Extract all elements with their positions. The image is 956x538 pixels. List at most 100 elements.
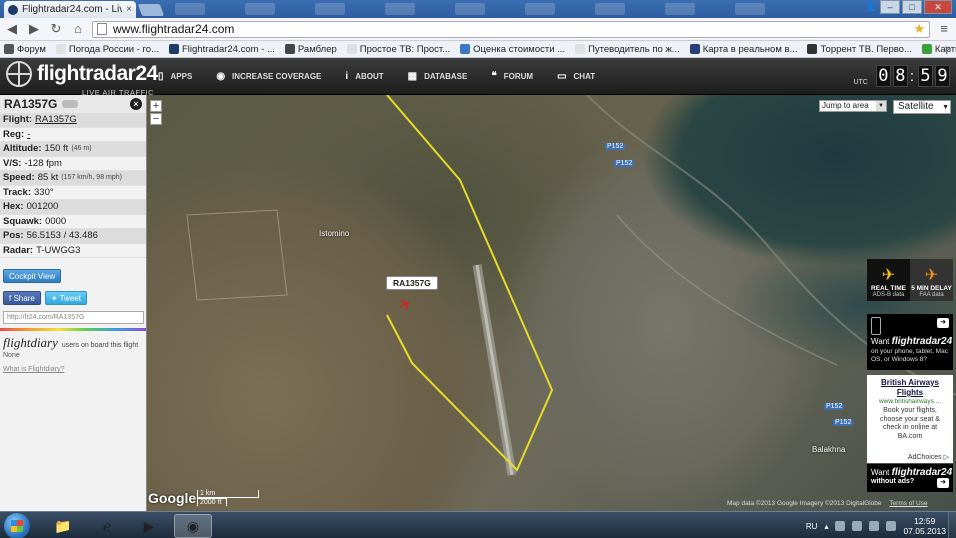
bookmark-star-icon[interactable]: ★ xyxy=(913,21,925,37)
detail-value[interactable]: - xyxy=(27,129,30,140)
map-attribution: Map data ©2013 Google Imagery ©2013 Digi… xyxy=(727,500,928,507)
tab-close-icon[interactable]: × xyxy=(126,4,132,15)
terms-of-use-link[interactable]: Terms of Use xyxy=(889,500,927,507)
explorer-taskbar-icon[interactable]: 📁 xyxy=(44,514,82,538)
ie-taskbar-icon[interactable]: ℯ xyxy=(88,514,126,538)
tray-chevron-icon[interactable]: ▴ xyxy=(824,522,828,531)
arrow-right-icon[interactable]: ➜ xyxy=(937,318,949,328)
browser-menu-icon[interactable]: ≡ xyxy=(936,21,952,37)
map-type-select[interactable]: Satellite ▼ xyxy=(893,100,951,114)
bookmark-item[interactable]: Путеводитель по ж... xyxy=(575,44,680,55)
what-is-flightdiary-link[interactable]: What is Flightdiary? xyxy=(3,366,64,373)
nav-forum[interactable]: ❝ FORUM xyxy=(491,71,533,82)
new-tab-button[interactable] xyxy=(137,4,165,16)
clock-digit: 9 xyxy=(935,65,950,87)
permalink-field[interactable]: http://fr24.com/RA1357G xyxy=(3,311,144,324)
chevron-down-icon: ▼ xyxy=(942,104,949,111)
scale-ft: 2000 ft xyxy=(197,498,227,506)
tweet-button[interactable]: ✦ Tweet xyxy=(44,291,87,305)
tweet-label: Tweet xyxy=(59,294,81,303)
flight-detail-row: Radar: T-UWGG3 xyxy=(0,244,146,258)
detail-key: Squawk: xyxy=(3,215,43,227)
media-player-taskbar-icon[interactable]: ▶ xyxy=(130,514,168,538)
maximize-button[interactable]: □ xyxy=(902,0,922,14)
realtime-legend[interactable]: ✈ REAL TIME ADS-B data xyxy=(867,259,910,301)
network-icon[interactable] xyxy=(835,521,846,531)
detail-value: 150 ft xyxy=(44,143,69,155)
road-label: P152 xyxy=(614,160,635,167)
mobile-app-ad[interactable]: ➜ Want flightradar24 on your phone, tabl… xyxy=(867,314,953,370)
bookmark-item[interactable]: Карта в реальном в... xyxy=(689,44,797,55)
delay-sub: FAA data xyxy=(919,292,944,298)
language-indicator[interactable]: RU xyxy=(806,522,818,531)
detail-key: Reg: xyxy=(3,128,25,140)
show-desktop-button[interactable] xyxy=(948,512,956,538)
flight-map-label[interactable]: RA1357G xyxy=(386,276,438,290)
bookmark-icon xyxy=(55,44,66,54)
chrome-taskbar-icon[interactable]: ◉ xyxy=(174,514,212,538)
google-logo: Google xyxy=(148,490,197,506)
nav-apps[interactable]: ▯ APPS xyxy=(158,71,192,82)
zoom-in-button[interactable]: + xyxy=(150,100,162,112)
no-ads-ad[interactable]: Want flightradar24 without ads? ➜ xyxy=(867,464,953,492)
map-view[interactable]: + − Jump to area ▼ Satellite ▼ Istomino … xyxy=(147,95,956,511)
nav-chat[interactable]: ▭ CHAT xyxy=(557,71,595,82)
flightdiary-logo[interactable]: flightdiary xyxy=(3,335,58,351)
minimize-button[interactable]: – xyxy=(880,0,900,14)
nav-database[interactable]: ▦ DATABASE xyxy=(408,71,468,82)
jump-to-area-select[interactable]: Jump to area ▼ xyxy=(819,100,887,112)
noads-headline: Want flightradar24 xyxy=(871,467,952,478)
yellow-plane-icon: ✈ xyxy=(881,267,896,284)
bookmark-item[interactable]: Flightradar24.com - ... xyxy=(168,44,275,55)
bookmark-item[interactable]: Карты xyxy=(921,44,956,55)
close-window-button[interactable]: ✕ xyxy=(924,0,952,14)
volume-icon[interactable] xyxy=(886,521,897,531)
utc-clock: UTC 0 8 : 5 9 xyxy=(853,65,950,87)
tray-time: 12:59 xyxy=(914,516,936,526)
nav-label: FORUM xyxy=(503,72,534,81)
flightradar-favicon-icon xyxy=(8,4,18,15)
bookmark-item[interactable]: Рамблер xyxy=(284,44,337,55)
action-center-icon[interactable] xyxy=(852,521,863,531)
bookmark-item[interactable]: Торрент ТВ. Перво... xyxy=(807,44,912,55)
bookmark-item[interactable]: Простое ТВ: Прост... xyxy=(346,44,450,55)
bookmark-item[interactable]: Форум xyxy=(4,44,46,55)
more-bookmarks-icon[interactable]: » xyxy=(944,43,950,54)
detail-key: V/S: xyxy=(3,157,22,169)
nav-increase-coverage[interactable]: ◉ INCREASE COVERAGE xyxy=(216,71,321,82)
arrow-right-icon[interactable]: ➜ xyxy=(937,478,949,488)
zoom-out-button[interactable]: − xyxy=(150,113,162,125)
globe-logo-icon xyxy=(6,61,32,87)
reload-button[interactable]: ↻ xyxy=(48,21,64,37)
nav-about[interactable]: i ABOUT xyxy=(345,71,383,82)
delay-legend[interactable]: ✈ 5 MIN DELAY FAA data xyxy=(910,259,953,301)
facebook-share-button[interactable]: f Share xyxy=(3,291,41,305)
forward-button[interactable]: ▶ xyxy=(26,21,42,37)
british-airways-ad[interactable]: British Airways Flights www.britishairwa… xyxy=(867,375,953,463)
cockpit-view-button[interactable]: Cockpit View xyxy=(3,269,62,283)
flight-detail-row: Squawk: 0000 xyxy=(0,215,146,229)
flight-callsign: RA1357G xyxy=(4,97,58,111)
home-button[interactable]: ⌂ xyxy=(70,21,86,37)
scale-km: 1 km xyxy=(197,490,259,498)
flight-detail-row: Pos: 56.5153 / 43.486 xyxy=(0,229,146,244)
site-logo[interactable]: flightradar24 LIVE AIR TRAFFIC xyxy=(6,61,158,97)
back-button[interactable]: ◀ xyxy=(4,21,20,37)
battery-icon[interactable] xyxy=(869,521,880,531)
browser-toolbar: ◀ ▶ ↻ ⌂ www.flightradar24.com ★ ≡ xyxy=(0,18,956,41)
close-panel-icon[interactable]: × xyxy=(130,98,142,110)
detail-value[interactable]: RA1357G xyxy=(35,114,77,125)
ad-headline[interactable]: British Airways Flights xyxy=(871,378,949,398)
bookmark-item[interactable]: Оценка стоимости ... xyxy=(460,44,565,55)
tray-clock[interactable]: 12:59 07.05.2013 xyxy=(903,516,946,536)
address-bar[interactable]: www.flightradar24.com ★ xyxy=(92,20,930,38)
airline-logo-icon xyxy=(62,100,79,108)
road-label: P152 xyxy=(833,419,854,426)
start-button[interactable] xyxy=(4,513,30,538)
bookmark-item[interactable]: Погода России - го... xyxy=(55,44,159,55)
detail-value: 330° xyxy=(34,186,54,198)
detail-key: Track: xyxy=(3,186,31,198)
browser-tab[interactable]: Flightradar24.com - Live fl × xyxy=(4,1,136,18)
adchoices-link[interactable]: AdChoices ▷ xyxy=(908,453,949,461)
user-icon[interactable]: 👤 xyxy=(864,0,878,14)
